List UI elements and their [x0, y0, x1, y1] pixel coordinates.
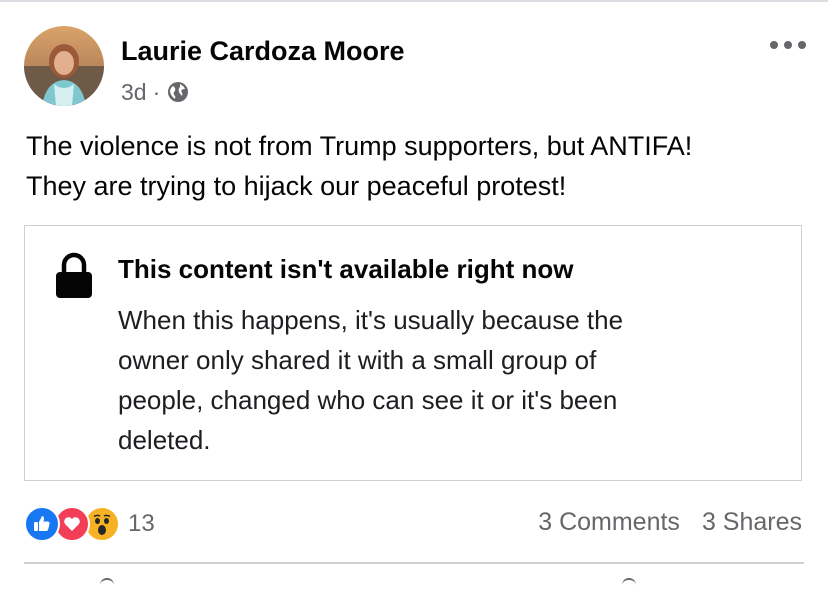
actions-divider — [24, 562, 804, 564]
post-text-line: The violence is not from Trump supporter… — [26, 131, 693, 161]
reaction-count: 13 — [128, 510, 155, 537]
reactions-summary[interactable]: 13 — [24, 506, 155, 542]
avatar[interactable] — [24, 26, 104, 106]
message-line: When this happens, it's usually because … — [118, 305, 624, 335]
unavailable-content-card[interactable]: This content isn't available right now W… — [24, 225, 802, 481]
like-action-icon[interactable] — [100, 578, 114, 590]
more-options-icon[interactable] — [770, 34, 806, 56]
globe-icon[interactable] — [166, 80, 190, 104]
lock-icon — [56, 252, 92, 298]
comments-count-link[interactable]: 3 Comments — [538, 508, 680, 537]
unavailable-title: This content isn't available right now — [118, 254, 574, 284]
more-dot — [770, 41, 778, 49]
meta-separator: · — [152, 78, 161, 105]
author-name[interactable]: Laurie Cardoza Moore — [121, 36, 405, 67]
like-icon — [24, 506, 60, 542]
message-line: deleted. — [118, 425, 211, 455]
post-text-line: They are trying to hijack our peaceful p… — [26, 171, 567, 201]
share-action-icon[interactable] — [622, 578, 636, 590]
message-line: owner only shared it with a small group … — [118, 345, 597, 375]
post-timestamp[interactable]: 3d — [121, 79, 147, 106]
more-dot — [784, 41, 792, 49]
post-meta: 3d · — [121, 77, 190, 107]
avatar-photo — [24, 26, 104, 106]
message-line: people, changed who can see it or it's b… — [118, 385, 618, 415]
top-divider — [0, 0, 828, 2]
unavailable-message: When this happens, it's usually because … — [118, 300, 758, 460]
post-text: The violence is not from Trump supporter… — [26, 126, 806, 206]
engagement-stats: 3 Comments 3 Shares — [538, 508, 802, 537]
more-dot — [798, 41, 806, 49]
shares-count-link[interactable]: 3 Shares — [702, 508, 802, 537]
